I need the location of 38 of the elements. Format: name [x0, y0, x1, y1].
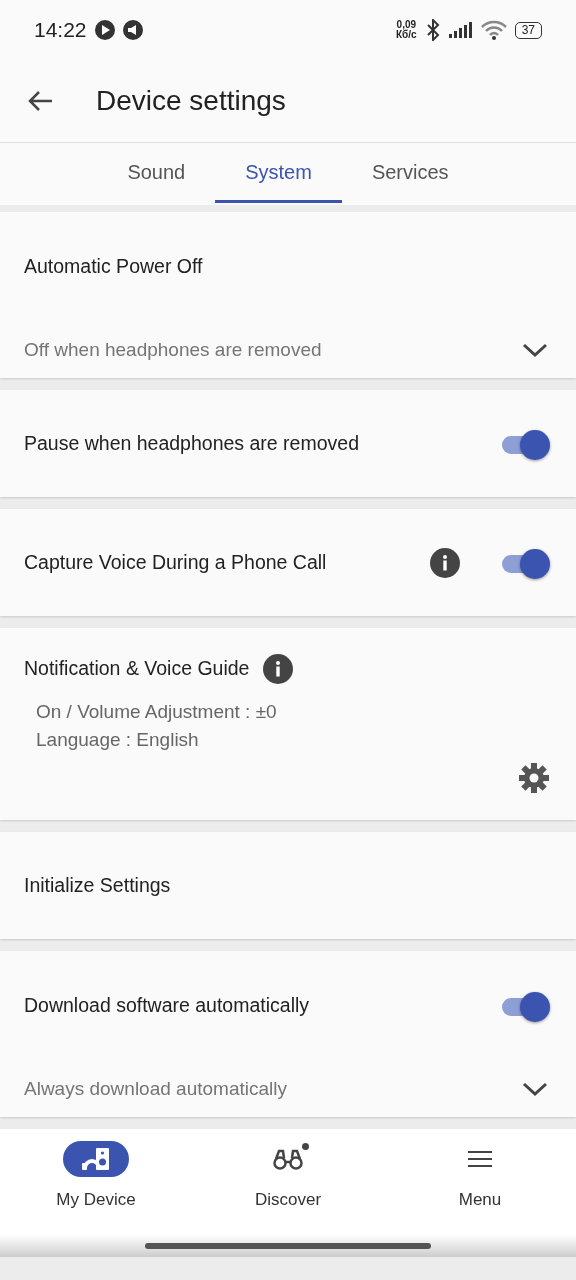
setting-label: Pause when headphones are removed	[24, 430, 359, 456]
megaphone-icon	[122, 20, 143, 40]
tab[interactable]: System	[215, 143, 342, 203]
toggle-switch[interactable]	[500, 429, 548, 458]
info-icon[interactable]	[263, 654, 294, 684]
wifi-icon	[480, 20, 507, 40]
settings-icon	[518, 762, 550, 794]
setting-label: Download software automatically	[24, 993, 310, 1019]
chevron-down-icon	[522, 342, 548, 358]
setting-label: Initialize Settings	[24, 872, 171, 898]
setting-detail: Language : English	[36, 728, 200, 752]
binoculars-icon	[273, 1148, 303, 1170]
tab[interactable]: Services	[341, 143, 479, 203]
setting-detail: On / Volume Adjustment : ±0	[36, 700, 278, 724]
toggle-switch[interactable]	[500, 992, 548, 1020]
play-notification-icon	[94, 20, 115, 40]
settings-button[interactable]	[518, 762, 550, 794]
bluetooth-icon	[424, 19, 441, 41]
dropdown-select[interactable]: Always download automatically	[0, 1061, 576, 1117]
headphones-speaker-icon	[81, 1146, 111, 1172]
nav-item[interactable]: Discover	[192, 1129, 384, 1235]
page-title: Device settings	[96, 84, 286, 118]
info-icon[interactable]	[430, 547, 460, 578]
network-speed: 0,09	[396, 20, 417, 30]
signal-icon	[448, 22, 473, 38]
nav-item[interactable]: My Device	[0, 1129, 192, 1235]
dropdown-select[interactable]: Off when headphones are removed	[0, 322, 576, 378]
chevron-down-icon	[522, 1081, 548, 1097]
menu-icon	[468, 1150, 492, 1168]
setting-label: Capture Voice During a Phone Call	[24, 549, 327, 575]
setting-label: Notification & Voice Guide	[24, 656, 250, 682]
setting-label: Automatic Power Off	[24, 254, 203, 280]
tab[interactable]: Sound	[97, 143, 216, 203]
speed-unit: Кб/с	[396, 30, 417, 40]
battery-level: 37	[514, 21, 542, 39]
nav-item[interactable]: Menu	[384, 1129, 576, 1235]
toggle-switch[interactable]	[500, 548, 548, 577]
status-time: 14:22	[34, 17, 87, 44]
